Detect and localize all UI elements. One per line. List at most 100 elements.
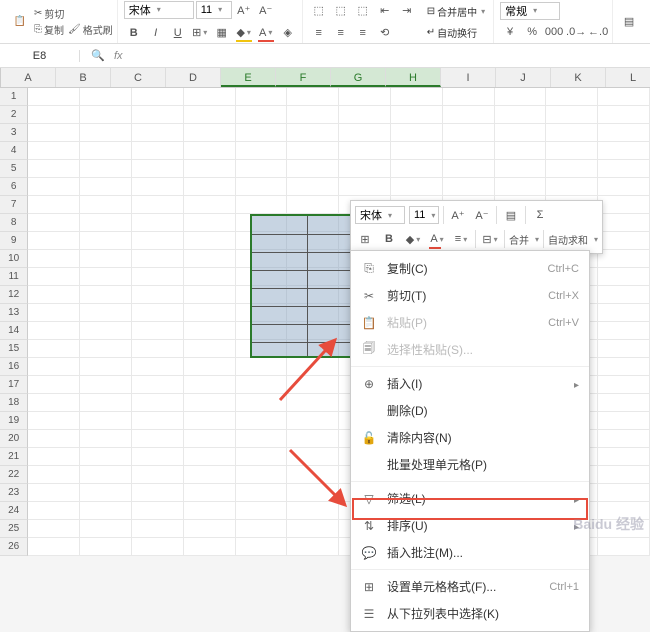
cell[interactable] <box>287 412 339 430</box>
cell[interactable] <box>80 322 132 340</box>
row-header[interactable]: 19 <box>0 412 28 430</box>
cell[interactable] <box>28 142 80 160</box>
cell[interactable] <box>598 502 650 520</box>
align-bottom-button[interactable]: ⬚ <box>353 1 373 21</box>
mini-bold[interactable]: B <box>379 229 399 249</box>
cell[interactable] <box>236 430 288 448</box>
cell[interactable] <box>443 178 495 196</box>
row-header[interactable]: 13 <box>0 304 28 322</box>
cell[interactable] <box>598 286 650 304</box>
menu-item-insert[interactable]: ⊕插入(I) <box>351 370 589 397</box>
cell[interactable] <box>598 538 650 556</box>
cell[interactable] <box>132 142 184 160</box>
menu-item-delete[interactable]: 删除(D) <box>351 397 589 424</box>
cell[interactable] <box>132 214 184 232</box>
cell[interactable] <box>132 448 184 466</box>
cell[interactable] <box>443 88 495 106</box>
cell[interactable] <box>236 502 288 520</box>
cell[interactable] <box>184 394 236 412</box>
mini-conditional[interactable]: ▤ <box>501 205 521 225</box>
cell[interactable] <box>184 376 236 394</box>
cell[interactable] <box>236 358 288 376</box>
cell[interactable] <box>28 322 80 340</box>
cell[interactable] <box>236 250 288 268</box>
cell[interactable] <box>598 160 650 178</box>
cell[interactable] <box>80 484 132 502</box>
cell[interactable] <box>287 394 339 412</box>
currency-button[interactable]: ¥ <box>500 22 520 42</box>
cell[interactable] <box>80 340 132 358</box>
wrap-text-button[interactable]: ↵自动换行 <box>423 23 489 42</box>
cell[interactable] <box>598 466 650 484</box>
cell[interactable] <box>443 142 495 160</box>
cell[interactable] <box>598 196 650 214</box>
mini-font-name[interactable]: 宋体 <box>355 206 405 224</box>
mini-align[interactable]: ≡ <box>451 229 471 249</box>
cell[interactable] <box>28 358 80 376</box>
cell[interactable] <box>236 124 288 142</box>
cell[interactable] <box>546 160 598 178</box>
row-header[interactable]: 23 <box>0 484 28 502</box>
comma-button[interactable]: 000 <box>544 22 564 42</box>
cell[interactable] <box>598 520 650 538</box>
cell[interactable] <box>287 484 339 502</box>
row-header[interactable]: 14 <box>0 322 28 340</box>
phonetic-button[interactable]: ◈ <box>278 23 298 43</box>
cell[interactable] <box>80 268 132 286</box>
cell[interactable] <box>184 286 236 304</box>
cell[interactable] <box>28 160 80 178</box>
column-header-A[interactable]: A <box>1 68 56 87</box>
cell[interactable] <box>184 250 236 268</box>
cell[interactable] <box>236 268 288 286</box>
cell[interactable] <box>495 106 547 124</box>
cell[interactable] <box>236 448 288 466</box>
align-middle-button[interactable]: ⬚ <box>331 1 351 21</box>
cell[interactable] <box>495 142 547 160</box>
menu-item-clear[interactable]: 🔓清除内容(N) <box>351 424 589 451</box>
copy-button[interactable]: ⎘复制 <box>34 22 64 37</box>
cell[interactable] <box>598 484 650 502</box>
fx-search-icon[interactable]: 🔍 <box>88 46 108 66</box>
cell[interactable] <box>598 448 650 466</box>
cell[interactable] <box>132 322 184 340</box>
row-header[interactable]: 16 <box>0 358 28 376</box>
cell[interactable] <box>391 106 443 124</box>
align-right-button[interactable]: ≡ <box>353 23 373 43</box>
cell[interactable] <box>598 232 650 250</box>
cell[interactable] <box>391 142 443 160</box>
column-header-K[interactable]: K <box>551 68 606 87</box>
cell[interactable] <box>184 88 236 106</box>
cell[interactable] <box>28 520 80 538</box>
border-style-button[interactable]: ▦ <box>212 23 232 43</box>
cell[interactable] <box>132 196 184 214</box>
cell[interactable] <box>80 178 132 196</box>
mini-autosum[interactable]: Σ <box>530 205 550 225</box>
cell[interactable] <box>80 412 132 430</box>
cell[interactable] <box>80 304 132 322</box>
cell[interactable] <box>339 88 391 106</box>
column-header-G[interactable]: G <box>331 68 386 87</box>
cell[interactable] <box>28 304 80 322</box>
cell[interactable] <box>28 538 80 556</box>
cell[interactable] <box>287 430 339 448</box>
cell[interactable] <box>236 142 288 160</box>
row-header[interactable]: 24 <box>0 502 28 520</box>
cell[interactable] <box>80 520 132 538</box>
cell[interactable] <box>132 430 184 448</box>
cell[interactable] <box>598 322 650 340</box>
cell[interactable] <box>184 466 236 484</box>
align-center-button[interactable]: ≡ <box>331 23 351 43</box>
menu-item-filter[interactable]: ▽筛选(L) <box>351 485 589 512</box>
paste-button[interactable]: 📋 <box>8 12 32 32</box>
cell[interactable] <box>495 178 547 196</box>
row-header[interactable]: 10 <box>0 250 28 268</box>
cell[interactable] <box>287 88 339 106</box>
mini-font-color[interactable]: A <box>427 229 447 249</box>
cell[interactable] <box>132 178 184 196</box>
mini-merge[interactable]: ⊟ <box>480 229 500 249</box>
cell[interactable] <box>236 412 288 430</box>
cell[interactable] <box>80 214 132 232</box>
row-header[interactable]: 12 <box>0 286 28 304</box>
cell[interactable] <box>184 538 236 556</box>
cell[interactable] <box>132 376 184 394</box>
